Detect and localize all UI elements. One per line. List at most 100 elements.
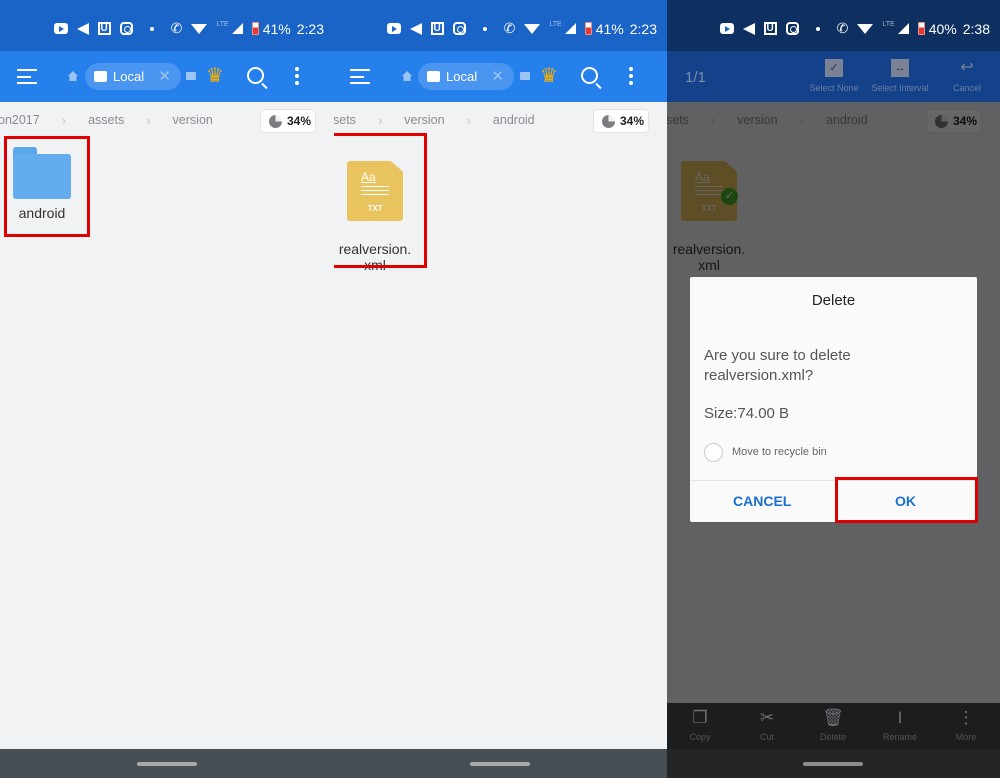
- text-cursor-icon: I: [897, 708, 903, 727]
- highlight-box: [4, 136, 90, 237]
- signal-icon: [564, 23, 576, 34]
- telegram-icon: [76, 22, 89, 35]
- clock: 2:38: [962, 20, 990, 37]
- button-label: Copy: [689, 732, 711, 742]
- delete-button[interactable]: 🗑 Delete: [803, 708, 863, 742]
- interval-icon: ↔: [891, 59, 909, 77]
- telegram-icon: [409, 22, 422, 35]
- more-button[interactable]: ⋮ More: [936, 708, 996, 742]
- more-options-icon[interactable]: [295, 67, 299, 71]
- youtube-icon: [53, 23, 68, 34]
- signal-icon: [231, 23, 243, 34]
- toolbar: Local ✕ ♛: [334, 51, 667, 102]
- button-label: Select Interval: [871, 83, 929, 93]
- search-icon[interactable]: [247, 67, 264, 84]
- status-bar: U ✆ LTE 40% 2:38: [667, 0, 1000, 51]
- storage-usage-badge[interactable]: 34%: [593, 109, 649, 133]
- home-icon[interactable]: [402, 71, 412, 81]
- menu-icon[interactable]: [350, 69, 370, 84]
- network-type: LTE: [549, 21, 562, 28]
- navigation-bar: [0, 749, 334, 778]
- recycle-bin-radio[interactable]: [704, 443, 723, 462]
- u-app-icon: U: [430, 22, 444, 35]
- breadcrumb-item[interactable]: android: [493, 113, 535, 127]
- battery-level: 40%: [928, 20, 957, 37]
- youtube-icon: [386, 23, 401, 34]
- menu-icon[interactable]: [17, 69, 37, 84]
- more-notifications-icon: [149, 26, 154, 31]
- toolbar: Local ✕ ♛: [0, 51, 334, 102]
- location-tab-label: Local: [446, 69, 478, 84]
- clock: 2:23: [629, 20, 657, 37]
- chevron-right-icon: ›: [377, 112, 383, 128]
- wifi-call-icon: ✆: [836, 20, 849, 36]
- recycle-bin-label[interactable]: Move to recycle bin: [732, 446, 827, 458]
- storage-usage-badge[interactable]: 34%: [260, 109, 316, 133]
- cancel-button[interactable]: CANCEL: [733, 493, 791, 509]
- cancel-selection-button[interactable]: ↩ Cancel: [932, 59, 1000, 93]
- button-label: Cut: [759, 732, 774, 742]
- chevron-right-icon: ›: [61, 112, 67, 128]
- button-label: Select None: [809, 83, 859, 93]
- battery-icon: [584, 22, 592, 35]
- wifi-icon: [857, 23, 874, 34]
- chevron-right-icon: ›: [146, 112, 151, 128]
- storage-usage-value: 34%: [620, 114, 645, 128]
- status-bar: U ✆ LTE 41% 2:23: [334, 0, 667, 51]
- battery-level: 41%: [262, 20, 291, 37]
- crown-premium-icon[interactable]: ♛: [540, 65, 558, 87]
- instagram-icon: [785, 22, 799, 35]
- signal-icon: [897, 23, 909, 34]
- return-icon: ↩: [960, 59, 974, 76]
- status-bar: U ✆ LTE 41% 2:23: [0, 0, 334, 51]
- chevron-right-icon: ›: [466, 112, 471, 128]
- battery-icon: [251, 22, 259, 35]
- cut-button[interactable]: ✂ Cut: [737, 708, 797, 742]
- instagram-icon: [452, 22, 466, 35]
- storage-usage-value: 34%: [287, 114, 312, 128]
- network-type: LTE: [882, 21, 895, 28]
- copy-button[interactable]: ❐ Copy: [670, 708, 730, 742]
- screen-1: U ✆ LTE 41% 2:23 Local ✕ ♛ on2017 › asse…: [0, 0, 334, 778]
- more-vertical-icon: ⋮: [957, 708, 975, 727]
- youtube-icon: [719, 23, 734, 34]
- button-label: More: [955, 732, 977, 742]
- u-app-icon: U: [763, 22, 777, 35]
- search-icon[interactable]: [581, 67, 598, 84]
- breadcrumb-item[interactable]: version: [173, 113, 213, 127]
- more-options-icon[interactable]: [629, 67, 633, 71]
- breadcrumb-item[interactable]: sets: [334, 113, 356, 127]
- more-notifications-icon: [482, 26, 487, 31]
- more-notifications-icon: [815, 26, 820, 31]
- rename-button[interactable]: I Rename: [870, 708, 930, 742]
- select-none-button[interactable]: ✓ Select None: [799, 59, 869, 93]
- home-icon[interactable]: [68, 71, 78, 81]
- window-tab-icon[interactable]: [520, 72, 530, 80]
- home-gesture-pill[interactable]: [137, 762, 197, 766]
- wifi-call-icon: ✆: [170, 20, 183, 36]
- window-tab-icon[interactable]: [186, 72, 196, 80]
- copy-icon: ❐: [692, 708, 708, 727]
- close-tab-icon[interactable]: ✕: [491, 67, 504, 85]
- selection-toolbar: 1/1 ✓ Select None ↔ Select Interval ↩ Ca…: [667, 51, 1000, 102]
- navigation-bar: [334, 749, 667, 778]
- check-box-icon: ✓: [825, 59, 843, 77]
- clock: 2:23: [296, 20, 324, 37]
- select-interval-button[interactable]: ↔ Select Interval: [865, 59, 935, 93]
- close-tab-icon[interactable]: ✕: [158, 67, 171, 85]
- location-tab-local[interactable]: Local ✕: [85, 63, 181, 90]
- home-gesture-pill[interactable]: [470, 762, 530, 766]
- battery-icon: [917, 22, 925, 35]
- scissors-icon: ✂: [759, 708, 775, 727]
- pie-chart-icon: [602, 114, 615, 128]
- breadcrumb-item[interactable]: version: [404, 113, 444, 127]
- crown-premium-icon[interactable]: ♛: [206, 65, 224, 87]
- location-tab-local[interactable]: Local ✕: [418, 63, 514, 90]
- bottom-action-bar: ❐ Copy ✂ Cut 🗑 Delete I Rename ⋮ More: [667, 703, 1000, 749]
- location-tab-label: Local: [113, 69, 145, 84]
- home-gesture-pill[interactable]: [803, 762, 863, 766]
- trash-icon: 🗑: [822, 708, 844, 727]
- breadcrumb-item[interactable]: on2017: [0, 113, 40, 127]
- breadcrumb-item[interactable]: assets: [88, 113, 124, 127]
- dialog-title: Delete: [811, 292, 856, 309]
